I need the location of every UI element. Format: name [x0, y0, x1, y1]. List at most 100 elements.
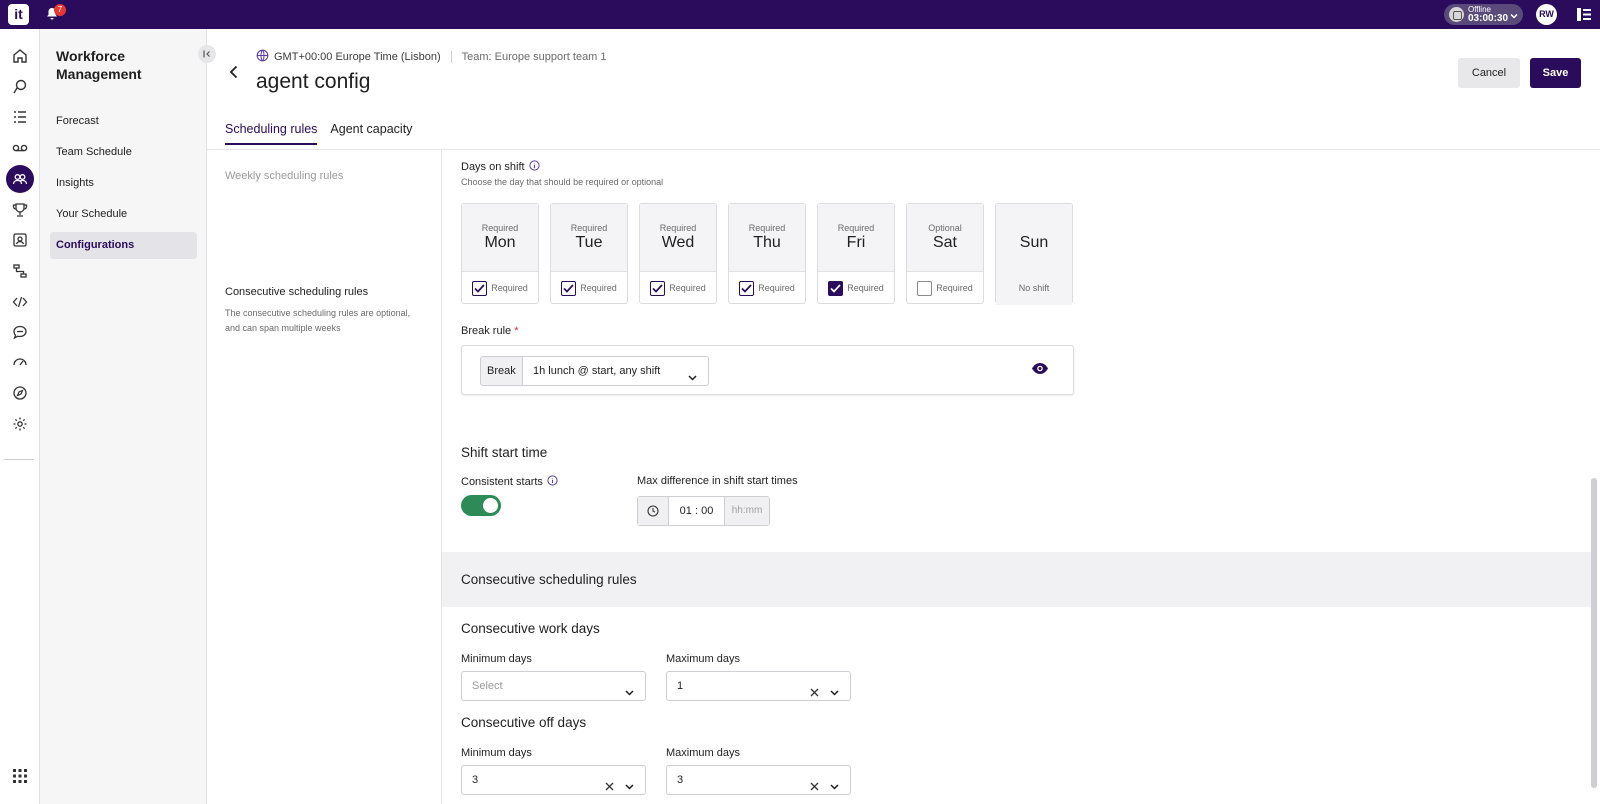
days-on-shift-hint: Choose the day that should be required o…	[461, 177, 664, 187]
code-icon[interactable]	[8, 290, 32, 314]
section-link-weekly[interactable]: Weekly scheduling rules	[225, 170, 343, 182]
side-navigation: Workforce Management Forecast Team Sched…	[40, 29, 216, 804]
checkbox-label: Required	[669, 283, 706, 293]
save-button[interactable]: Save	[1530, 58, 1581, 88]
day-card-tue[interactable]: Required Tue Required	[550, 203, 628, 304]
consistent-starts-label: Consistent starts	[461, 475, 558, 489]
trophy-icon[interactable]	[8, 198, 32, 222]
required-checkbox-thu[interactable]	[739, 280, 755, 296]
chevron-down-icon	[624, 775, 635, 803]
day-card-sat[interactable]: Optional Sat Required	[906, 203, 984, 304]
settings-icon[interactable]	[8, 412, 32, 436]
days-on-shift-label: Days on shift	[461, 161, 525, 173]
required-checkbox-mon[interactable]	[472, 280, 488, 296]
day-status: Required	[837, 223, 875, 233]
max-difference-value[interactable]: 01 : 00	[669, 497, 724, 525]
home-icon[interactable]	[8, 44, 32, 68]
tab-scheduling-rules[interactable]: Scheduling rules	[225, 122, 318, 145]
offline-status-icon	[1449, 7, 1464, 22]
app-rail	[0, 29, 40, 804]
consistent-starts-toggle[interactable]	[461, 495, 501, 516]
tab-bar: Scheduling rules Agent capacity	[225, 122, 412, 145]
work-min-days-select[interactable]: Select	[461, 671, 646, 701]
checkbox-label: Required	[847, 283, 884, 293]
column-divider	[441, 150, 442, 804]
section-link-consecutive[interactable]: Consecutive scheduling rules	[225, 286, 368, 298]
back-arrow-icon[interactable]	[226, 64, 242, 85]
notification-badge: 7	[54, 4, 66, 16]
conversations-icon[interactable]	[8, 75, 32, 99]
off-min-days-label: Minimum days	[461, 747, 532, 759]
chevron-down-icon	[624, 681, 635, 709]
max-difference-input[interactable]: 01 : 00 hh:mm	[637, 496, 770, 526]
workforce-management-icon[interactable]	[6, 165, 34, 193]
off-min-days-select[interactable]: 3	[461, 765, 646, 795]
day-status: Required	[481, 223, 519, 233]
cancel-button[interactable]: Cancel	[1458, 58, 1520, 88]
globe-icon	[256, 49, 269, 65]
timezone-label: GMT+00:00 Europe Time (Lisbon)	[274, 51, 441, 63]
page-title: agent config	[256, 70, 371, 93]
apps-grid-icon[interactable]	[8, 764, 32, 788]
clear-icon[interactable]	[604, 775, 615, 803]
day-status: Required	[659, 223, 697, 233]
chevron-down-icon	[829, 775, 840, 803]
required-checkbox-tue[interactable]	[561, 280, 577, 296]
tab-agent-capacity[interactable]: Agent capacity	[330, 122, 412, 145]
day-status: Optional	[928, 223, 962, 233]
collapse-sidebar-button[interactable]	[198, 45, 216, 63]
compass-icon[interactable]	[8, 381, 32, 405]
required-checkbox-wed[interactable]	[650, 280, 666, 296]
clear-icon[interactable]	[809, 775, 820, 803]
off-min-days-value: 3	[472, 774, 479, 786]
info-icon[interactable]	[528, 160, 540, 174]
user-avatar[interactable]: RW	[1536, 4, 1557, 25]
nav-item-insights[interactable]: Insights	[50, 170, 197, 197]
section-consecutive-description: The consecutive scheduling rules are opt…	[225, 308, 411, 333]
day-card-wed[interactable]: Required Wed Required	[639, 203, 717, 304]
vertical-scrollbar[interactable]	[1591, 478, 1597, 788]
day-name: Mon	[484, 234, 516, 251]
day-name: Sat	[932, 234, 957, 251]
day-card-sun[interactable]: Sun No shift	[995, 203, 1073, 305]
nav-item-team-schedule[interactable]: Team Schedule	[50, 139, 197, 166]
flow-icon[interactable]	[8, 259, 32, 283]
panel-toggle-icon[interactable]	[1577, 8, 1591, 26]
contacts-icon[interactable]	[8, 228, 32, 252]
nav-item-configurations[interactable]: Configurations	[50, 232, 197, 259]
off-max-days-value: 3	[677, 774, 684, 786]
app-logo[interactable]: it	[8, 4, 29, 25]
day-card-thu[interactable]: Required Thu Required	[728, 203, 806, 304]
module-title: Workforce Management	[56, 48, 142, 82]
list-icon[interactable]	[8, 105, 32, 129]
day-name: Tue	[575, 234, 603, 251]
agent-status-selector[interactable]: Offline 03:00:30	[1444, 4, 1523, 25]
chevron-down-icon	[829, 681, 840, 709]
required-checkbox-fri[interactable]	[828, 280, 844, 296]
clear-icon[interactable]	[809, 681, 820, 709]
chat-icon[interactable]	[8, 320, 32, 344]
info-icon[interactable]	[547, 475, 558, 489]
days-on-shift-heading: Days on shift	[461, 160, 540, 174]
chevron-down-icon	[687, 366, 698, 394]
header-meta: GMT+00:00 Europe Time (Lisbon) Team: Eur…	[256, 49, 607, 65]
toggle-knob	[483, 498, 498, 513]
break-rule-select[interactable]: 1h lunch @ start, any shift	[522, 356, 709, 386]
dashboard-icon[interactable]	[8, 350, 32, 374]
off-max-days-select[interactable]: 3	[666, 765, 851, 795]
day-card-mon[interactable]: Required Mon Required	[461, 203, 539, 304]
consecutive-section-header: Consecutive scheduling rules	[442, 552, 1592, 607]
nav-item-forecast[interactable]: Forecast	[50, 108, 197, 135]
work-max-days-select[interactable]: 1	[666, 671, 851, 701]
day-name: Thu	[753, 234, 781, 251]
no-shift-label: No shift	[1018, 283, 1050, 293]
work-min-days-label: Minimum days	[461, 653, 532, 665]
voicemail-icon[interactable]	[8, 136, 32, 160]
checkbox-label: Required	[936, 283, 973, 293]
required-checkbox-sat[interactable]	[917, 280, 933, 296]
consecutive-section-title: Consecutive scheduling rules	[461, 572, 637, 587]
eye-icon[interactable]	[1031, 362, 1049, 380]
day-card-fri[interactable]: Required Fri Required	[817, 203, 895, 304]
nav-item-your-schedule[interactable]: Your Schedule	[50, 201, 197, 228]
day-name: Fri	[846, 234, 866, 251]
